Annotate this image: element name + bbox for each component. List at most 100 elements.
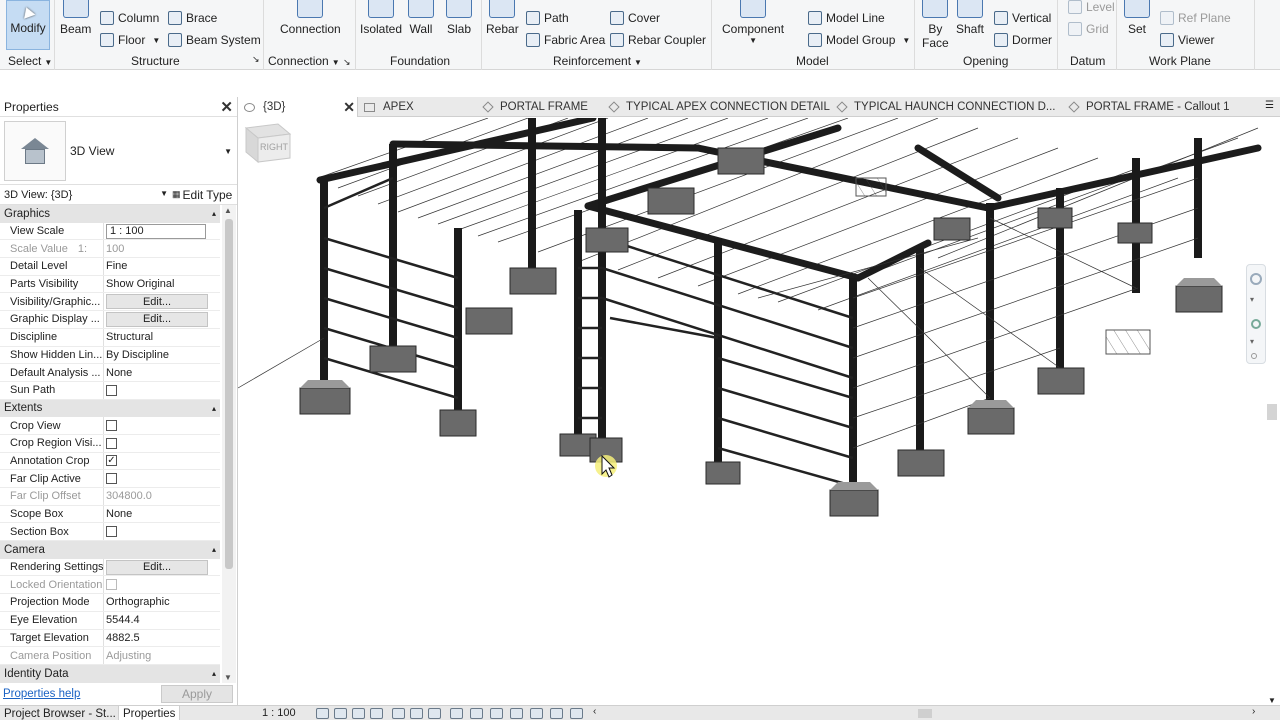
- zoom-icon[interactable]: [1251, 319, 1261, 329]
- apply-button[interactable]: Apply: [161, 685, 233, 703]
- prop-show-hidden-lines[interactable]: Show Hidden Lin... By Discipline: [0, 346, 220, 365]
- wall-foundation-button[interactable]: Wall: [408, 0, 434, 36]
- viewer-button[interactable]: Viewer: [1160, 33, 1214, 47]
- scroll-up-icon[interactable]: ▲: [224, 206, 232, 215]
- properties-scrollbar[interactable]: ▲ ▼: [222, 205, 236, 683]
- modify-button[interactable]: Modify: [6, 0, 50, 50]
- ref-plane-button[interactable]: Ref Plane: [1160, 11, 1231, 25]
- prop-value[interactable]: By Discipline: [104, 347, 220, 364]
- isolated-foundation-button[interactable]: Isolated: [360, 0, 402, 36]
- scroll-down-icon[interactable]: ▼: [1268, 696, 1276, 705]
- prop-value[interactable]: None: [104, 364, 220, 381]
- prop-rendering-settings[interactable]: Rendering Settings Edit...: [0, 558, 220, 577]
- navbar-options-icon[interactable]: [1251, 353, 1257, 359]
- prop-graphic-display[interactable]: Graphic Display ... Edit...: [0, 311, 220, 329]
- prop-far-clip-active[interactable]: Far Clip Active: [0, 470, 220, 488]
- prop-parts-visibility[interactable]: Parts Visibility Show Original: [0, 275, 220, 294]
- section-identity-data[interactable]: Identity Data ▴: [0, 664, 220, 683]
- floor-button[interactable]: Floor ▼: [100, 33, 160, 47]
- prop-annotation-crop[interactable]: Annotation Crop ✓: [0, 452, 220, 471]
- temporary-view-properties-icon[interactable]: [530, 708, 543, 719]
- view-scale-control[interactable]: 1 : 100: [262, 707, 296, 719]
- analytical-model-icon[interactable]: [550, 708, 563, 719]
- reinforcement-panel-dropdown[interactable]: Reinforcement ▼: [553, 54, 642, 68]
- instance-filter-dropdown[interactable]: 3D View: {3D} ▼: [4, 189, 172, 201]
- prop-eye-elevation[interactable]: Eye Elevation 5544.4: [0, 611, 220, 630]
- 3d-viewport[interactable]: RIGHT ▾ ▾ ▼: [238, 118, 1280, 705]
- connection-button[interactable]: Connection: [280, 0, 341, 36]
- prop-view-scale[interactable]: View Scale 1 : 100: [0, 222, 220, 241]
- prop-visibility-graphics[interactable]: Visibility/Graphic... Edit...: [0, 293, 220, 312]
- select-dropdown[interactable]: Select ▼: [8, 54, 52, 68]
- crop-region-icon[interactable]: [428, 708, 441, 719]
- prop-projection-mode[interactable]: Projection Mode Orthographic: [0, 594, 220, 612]
- chevron-down-icon[interactable]: ▾: [1250, 337, 1254, 346]
- viewport-vertical-scrollbar[interactable]: ▼: [1266, 118, 1278, 705]
- prop-value[interactable]: Fine: [104, 258, 220, 275]
- rebar-button[interactable]: Rebar: [486, 0, 519, 36]
- prop-value[interactable]: Structural: [104, 329, 220, 346]
- chevron-down-icon[interactable]: ▼: [224, 147, 232, 156]
- set-work-plane-button[interactable]: Set: [1124, 0, 1150, 36]
- rebar-coupler-button[interactable]: Rebar Coupler: [610, 33, 706, 47]
- visibility-graphics-edit-button[interactable]: Edit...: [106, 294, 208, 310]
- dormer-button[interactable]: Dormer: [994, 33, 1052, 47]
- prop-value[interactable]: Orthographic: [104, 594, 220, 611]
- column-button[interactable]: Column: [100, 11, 159, 25]
- prop-scope-box[interactable]: Scope Box None: [0, 505, 220, 524]
- navigation-bar[interactable]: ▾ ▾: [1246, 264, 1266, 364]
- scroll-thumb[interactable]: [1267, 404, 1277, 420]
- by-face-button[interactable]: By Face: [922, 0, 949, 50]
- crop-view-checkbox[interactable]: [106, 420, 117, 432]
- close-icon[interactable]: ✕: [343, 99, 355, 116]
- worksharing-display-icon[interactable]: [510, 708, 523, 719]
- section-extents[interactable]: Extents ▴: [0, 399, 220, 418]
- scroll-down-icon[interactable]: ▼: [224, 673, 232, 682]
- tab-apex-connection-detail[interactable]: TYPICAL APEX CONNECTION DETAIL: [608, 97, 830, 117]
- path-reinforcement-button[interactable]: Path: [526, 11, 569, 25]
- view-scale-input[interactable]: 1 : 100: [106, 223, 206, 239]
- prop-discipline[interactable]: Discipline Structural: [0, 328, 220, 347]
- component-button[interactable]: Component ▼: [722, 0, 784, 45]
- horizontal-scroll-thumb[interactable]: [918, 709, 932, 718]
- graphic-display-edit-button[interactable]: Edit...: [106, 311, 208, 327]
- prop-target-elevation[interactable]: Target Elevation 4882.5: [0, 629, 220, 648]
- prop-value[interactable]: 4882.5: [104, 630, 220, 647]
- prop-crop-view[interactable]: Crop View: [0, 417, 220, 435]
- tab-apex[interactable]: APEX: [364, 97, 414, 117]
- fabric-area-button[interactable]: Fabric Area: [526, 33, 605, 47]
- tab-portal-frame[interactable]: PORTAL FRAME: [482, 97, 588, 117]
- vertical-opening-button[interactable]: Vertical: [994, 11, 1051, 25]
- prop-detail-level[interactable]: Detail Level Fine: [0, 258, 220, 276]
- edit-type-button[interactable]: ▦ Edit Type: [172, 188, 232, 202]
- shadows-icon[interactable]: [370, 708, 383, 719]
- steering-wheel-icon[interactable]: [1250, 273, 1262, 285]
- tab-portal-frame-callout[interactable]: PORTAL FRAME - Callout 1: [1068, 97, 1230, 117]
- prop-crop-region-visible[interactable]: Crop Region Visi...: [0, 434, 220, 453]
- reveal-hidden-icon[interactable]: [490, 708, 503, 719]
- crop-view-icon[interactable]: [410, 708, 423, 719]
- detail-level-icon[interactable]: [316, 708, 329, 719]
- beam-system-button[interactable]: Beam System: [168, 33, 261, 47]
- structure-panel-launcher-icon[interactable]: ↘: [252, 54, 260, 65]
- beam-button[interactable]: Beam: [60, 0, 91, 36]
- sun-path-icon[interactable]: [352, 708, 365, 719]
- visual-style-icon[interactable]: [334, 708, 347, 719]
- scroll-thumb[interactable]: [225, 219, 233, 569]
- annotation-crop-checkbox[interactable]: ✓: [106, 455, 117, 467]
- prop-default-analysis[interactable]: Default Analysis ... None: [0, 364, 220, 382]
- highlight-displacement-icon[interactable]: [570, 708, 583, 719]
- tab-project-browser[interactable]: Project Browser - St...: [0, 706, 120, 720]
- section-box-checkbox[interactable]: [106, 526, 117, 538]
- tab-haunch-connection-detail[interactable]: TYPICAL HAUNCH CONNECTION D...: [836, 97, 1055, 117]
- prop-section-box[interactable]: Section Box: [0, 523, 220, 542]
- rendering-icon[interactable]: [392, 708, 405, 719]
- chevron-down-icon[interactable]: ▾: [1250, 295, 1254, 304]
- prop-value[interactable]: Show Original: [104, 276, 220, 293]
- temporary-hide-icon[interactable]: [470, 708, 483, 719]
- close-icon[interactable]: ✕: [220, 98, 233, 116]
- shaft-button[interactable]: Shaft: [956, 0, 984, 36]
- tab-3d[interactable]: {3D} ✕: [238, 97, 358, 117]
- type-selector[interactable]: 3D View ▼: [0, 117, 237, 185]
- model-group-button[interactable]: Model Group ▼: [808, 33, 910, 47]
